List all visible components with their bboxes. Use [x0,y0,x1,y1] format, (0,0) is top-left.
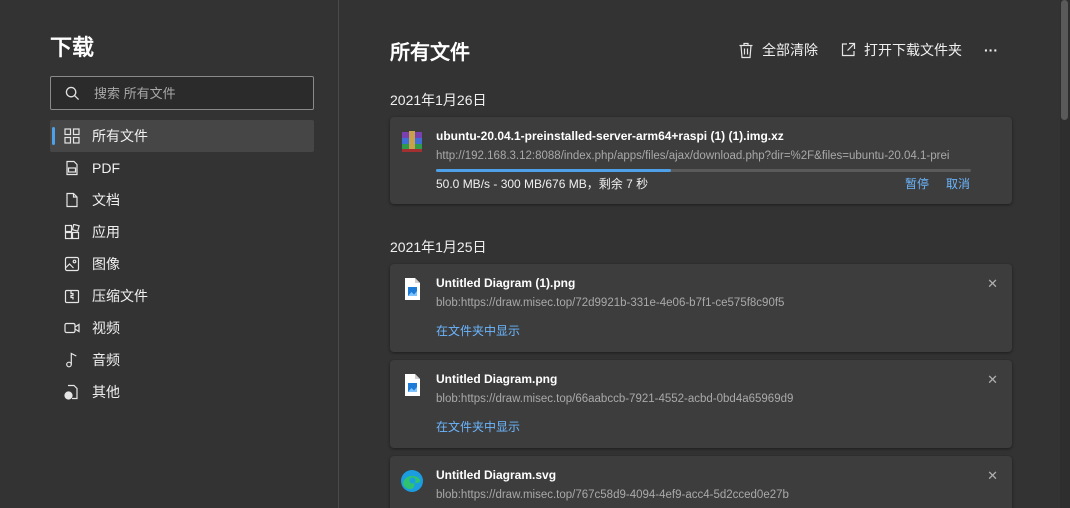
sidebar: 下载 所有文件 PDF 文档 应用 图像 压缩文件 [0,0,339,508]
sidebar-item-all-files[interactable]: 所有文件 [50,120,314,152]
download-item[interactable]: Untitled Diagram.svg ✕ blob:https://draw… [390,456,1012,508]
page-title: 所有文件 [390,42,470,64]
audio-icon [63,351,81,369]
progress-fill [436,169,672,172]
show-in-folder-link[interactable]: 在文件夹中显示 [436,322,520,339]
close-icon[interactable]: ✕ [987,276,998,292]
sidebar-item-pdf[interactable]: PDF [50,152,314,184]
file-url: blob:https://draw.misec.top/767c58d9-409… [436,489,789,501]
download-item[interactable]: Untitled Diagram (1).png ✕ blob:https://… [390,264,1012,352]
file-url: blob:https://draw.misec.top/66aabccb-792… [436,393,794,405]
trash-icon [739,42,753,58]
sidebar-item-label: 其他 [92,384,120,400]
file-url: http://192.168.3.12:8088/index.php/apps/… [436,150,950,162]
image-file-icon [405,374,420,396]
search-input[interactable] [94,85,294,101]
download-progress-bar [436,169,971,172]
category-nav: 所有文件 PDF 文档 应用 图像 压缩文件 视频 音频 其他 [50,120,314,408]
download-status: 50.0 MB/s - 300 MB/676 MB，剩余 7 秒 [436,177,649,191]
file-name[interactable]: Untitled Diagram.png [436,372,557,386]
sidebar-item-label: 文档 [92,192,120,208]
sidebar-item-audio[interactable]: 音频 [50,344,314,376]
sidebar-item-images[interactable]: 图像 [50,248,314,280]
sidebar-title: 下载 [50,35,95,60]
download-item[interactable]: ubuntu-20.04.1-preinstalled-server-arm64… [390,117,1012,204]
pdf-icon [63,159,81,177]
sidebar-item-label: PDF [92,160,120,176]
sidebar-item-other[interactable]: 其他 [50,376,314,408]
edge-icon [401,470,423,492]
document-icon [63,191,81,209]
date-header: 2021年1月25日 [390,239,487,255]
clear-all-button[interactable]: 全部清除 [738,38,818,62]
sidebar-item-archives[interactable]: 压缩文件 [50,280,314,312]
sidebar-item-label: 视频 [92,320,120,336]
file-name[interactable]: ubuntu-20.04.1-preinstalled-server-arm64… [436,129,784,143]
video-icon [63,319,81,337]
sidebar-item-documents[interactable]: 文档 [50,184,314,216]
grid-icon [63,127,81,145]
sidebar-item-label: 压缩文件 [92,288,148,304]
sidebar-item-label: 音频 [92,352,120,368]
search-box[interactable] [50,76,314,110]
image-file-icon [405,278,420,300]
date-header: 2021年1月26日 [390,92,487,108]
scrollbar[interactable] [1060,0,1070,508]
sidebar-item-label: 应用 [92,224,120,240]
other-icon [63,383,81,401]
open-folder-label: 打开下载文件夹 [864,42,962,58]
apps-icon [63,223,81,241]
pause-button[interactable]: 暂停 [905,175,929,192]
file-name[interactable]: Untitled Diagram (1).png [436,276,575,290]
sidebar-item-label: 图像 [92,256,120,272]
show-in-folder-link[interactable]: 在文件夹中显示 [436,418,520,435]
file-url: blob:https://draw.misec.top/72d9921b-331… [436,297,785,309]
download-item[interactable]: Untitled Diagram.png ✕ blob:https://draw… [390,360,1012,448]
open-external-icon [841,42,856,57]
more-icon: ··· [984,42,998,58]
cancel-button[interactable]: 取消 [946,175,970,192]
clear-all-label: 全部清除 [762,42,818,58]
archive-rar-icon [402,131,422,152]
close-icon[interactable]: ✕ [987,468,998,484]
sidebar-item-apps[interactable]: 应用 [50,216,314,248]
image-icon [63,255,81,273]
file-name[interactable]: Untitled Diagram.svg [436,468,556,482]
sidebar-item-label: 所有文件 [92,128,148,144]
more-button[interactable]: ··· [984,38,998,62]
close-icon[interactable]: ✕ [987,372,998,388]
scrollbar-thumb[interactable] [1061,0,1068,120]
sidebar-item-video[interactable]: 视频 [50,312,314,344]
archive-icon [63,287,81,305]
open-folder-button[interactable]: 打开下载文件夹 [840,38,962,62]
search-icon [65,86,80,100]
